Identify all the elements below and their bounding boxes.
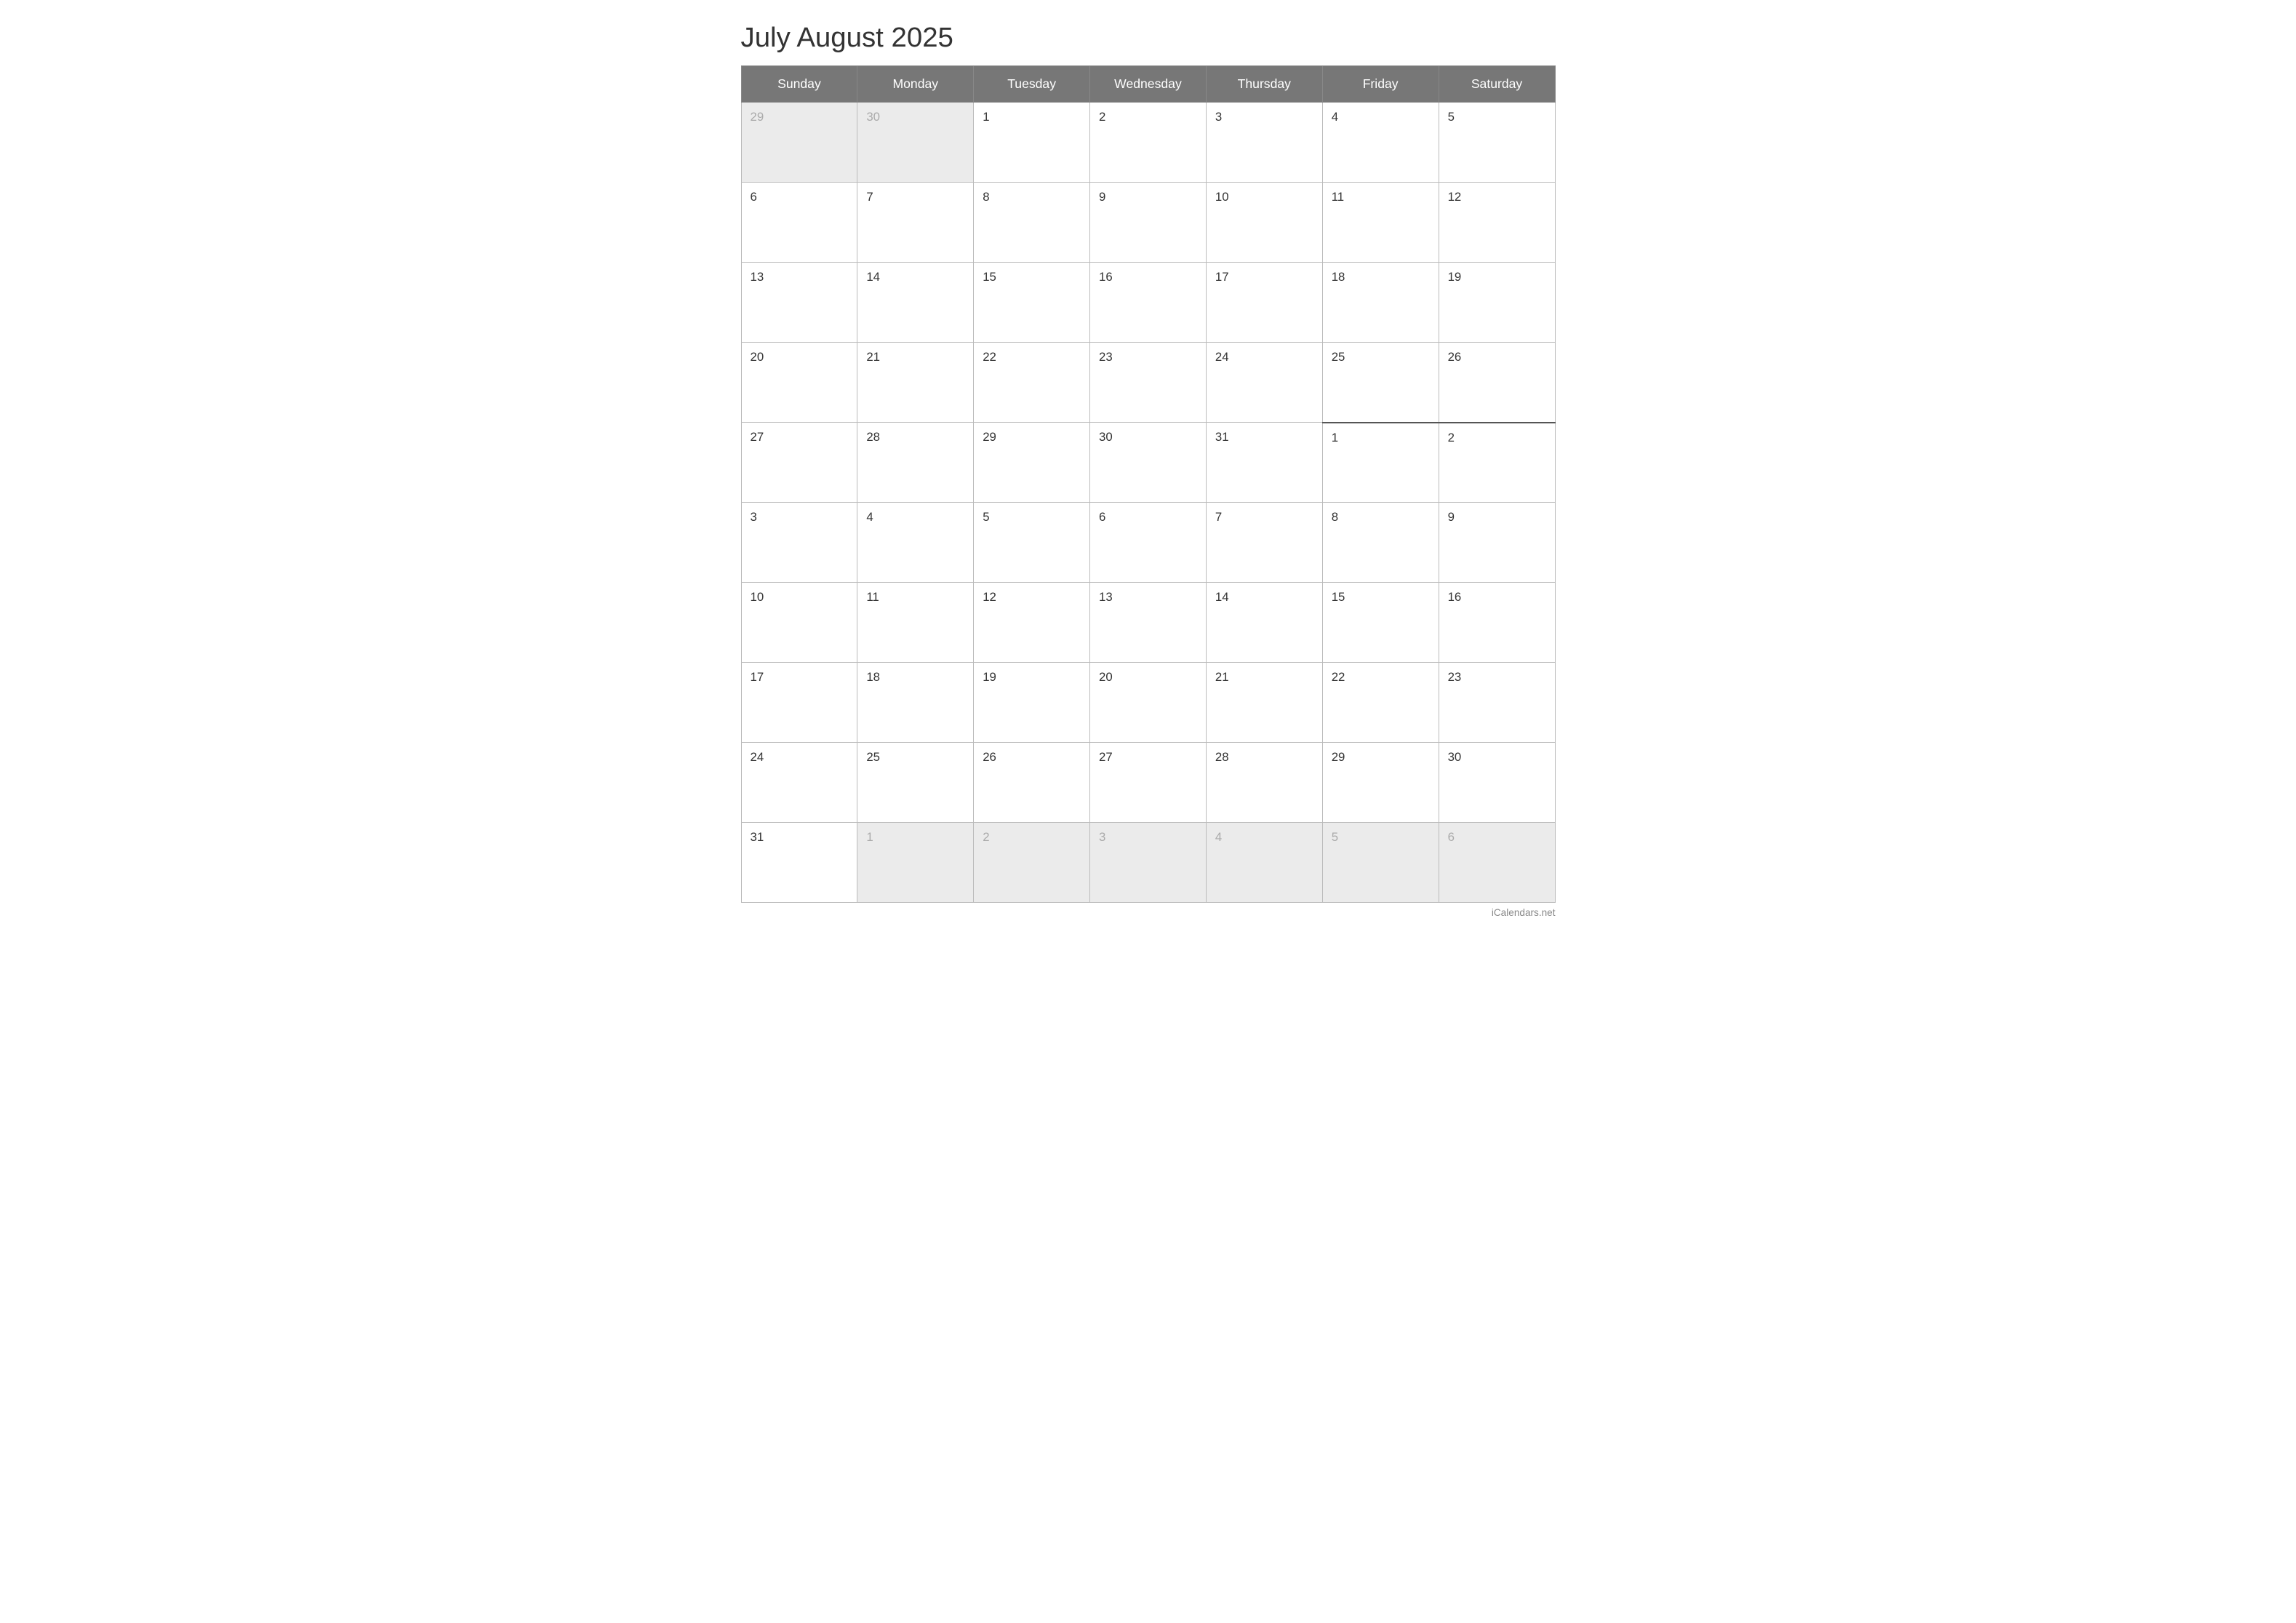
- header-row: SundayMondayTuesdayWednesdayThursdayFrid…: [741, 66, 1555, 103]
- header-thursday: Thursday: [1206, 66, 1322, 103]
- calendar-day[interactable]: 30: [1439, 743, 1555, 823]
- calendar-day[interactable]: 28: [857, 423, 974, 503]
- calendar-day[interactable]: 24: [741, 743, 857, 823]
- calendar-day[interactable]: 14: [857, 263, 974, 343]
- calendar-day[interactable]: 3: [741, 503, 857, 583]
- calendar-day[interactable]: 5: [1322, 823, 1439, 903]
- calendar-day[interactable]: 16: [1090, 263, 1207, 343]
- calendar-day[interactable]: 13: [1090, 583, 1207, 663]
- calendar-day[interactable]: 1: [857, 823, 974, 903]
- calendar-day[interactable]: 6: [1439, 823, 1555, 903]
- week-row: 6789101112: [741, 183, 1555, 263]
- calendar-day[interactable]: 31: [741, 823, 857, 903]
- calendar-day[interactable]: 29: [1322, 743, 1439, 823]
- week-row: 3456789: [741, 503, 1555, 583]
- calendar-day[interactable]: 7: [857, 183, 974, 263]
- calendar-day[interactable]: 19: [974, 663, 1090, 743]
- calendar-day[interactable]: 22: [1322, 663, 1439, 743]
- calendar-day[interactable]: 2: [1090, 103, 1207, 183]
- calendar-day[interactable]: 4: [1322, 103, 1439, 183]
- calendar-day[interactable]: 23: [1090, 343, 1207, 423]
- calendar-day[interactable]: 10: [1206, 183, 1322, 263]
- week-row: 13141516171819: [741, 263, 1555, 343]
- calendar-day[interactable]: 26: [1439, 343, 1555, 423]
- calendar-day[interactable]: 23: [1439, 663, 1555, 743]
- calendar-day[interactable]: 9: [1090, 183, 1207, 263]
- calendar-day[interactable]: 19: [1439, 263, 1555, 343]
- calendar-day[interactable]: 12: [974, 583, 1090, 663]
- calendar-day[interactable]: 2: [1439, 423, 1555, 503]
- calendar-day[interactable]: 14: [1206, 583, 1322, 663]
- header-monday: Monday: [857, 66, 974, 103]
- week-row: 24252627282930: [741, 743, 1555, 823]
- calendar-day[interactable]: 13: [741, 263, 857, 343]
- calendar-day[interactable]: 11: [1322, 183, 1439, 263]
- header-tuesday: Tuesday: [974, 66, 1090, 103]
- calendar-day[interactable]: 6: [1090, 503, 1207, 583]
- calendar-day[interactable]: 5: [1439, 103, 1555, 183]
- calendar-day[interactable]: 7: [1206, 503, 1322, 583]
- calendar-day[interactable]: 6: [741, 183, 857, 263]
- calendar-day[interactable]: 27: [741, 423, 857, 503]
- week-row: 20212223242526: [741, 343, 1555, 423]
- header-sunday: Sunday: [741, 66, 857, 103]
- calendar-day[interactable]: 3: [1090, 823, 1207, 903]
- calendar-day[interactable]: 15: [1322, 583, 1439, 663]
- calendar-day[interactable]: 18: [857, 663, 974, 743]
- week-row: 10111213141516: [741, 583, 1555, 663]
- calendar-day[interactable]: 21: [857, 343, 974, 423]
- calendar-day[interactable]: 17: [741, 663, 857, 743]
- week-row: 293012345: [741, 103, 1555, 183]
- calendar-day[interactable]: 2: [974, 823, 1090, 903]
- calendar-day[interactable]: 20: [1090, 663, 1207, 743]
- calendar-day[interactable]: 21: [1206, 663, 1322, 743]
- calendar-day[interactable]: 17: [1206, 263, 1322, 343]
- header-friday: Friday: [1322, 66, 1439, 103]
- calendar-day[interactable]: 28: [1206, 743, 1322, 823]
- calendar-day[interactable]: 10: [741, 583, 857, 663]
- footer-credit: iCalendars.net: [741, 907, 1556, 918]
- calendar-day[interactable]: 15: [974, 263, 1090, 343]
- header-wednesday: Wednesday: [1090, 66, 1207, 103]
- calendar-day[interactable]: 3: [1206, 103, 1322, 183]
- calendar-day[interactable]: 30: [857, 103, 974, 183]
- calendar-day[interactable]: 18: [1322, 263, 1439, 343]
- calendar-day[interactable]: 26: [974, 743, 1090, 823]
- calendar-day[interactable]: 25: [857, 743, 974, 823]
- calendar-day[interactable]: 27: [1090, 743, 1207, 823]
- calendar-day[interactable]: 24: [1206, 343, 1322, 423]
- calendar-day[interactable]: 4: [1206, 823, 1322, 903]
- week-row: 17181920212223: [741, 663, 1555, 743]
- calendar-day[interactable]: 12: [1439, 183, 1555, 263]
- calendar-day[interactable]: 1: [974, 103, 1090, 183]
- calendar-day[interactable]: 4: [857, 503, 974, 583]
- calendar-table: SundayMondayTuesdayWednesdayThursdayFrid…: [741, 65, 1556, 903]
- calendar-day[interactable]: 29: [974, 423, 1090, 503]
- calendar-day[interactable]: 9: [1439, 503, 1555, 583]
- calendar-day[interactable]: 29: [741, 103, 857, 183]
- calendar-day[interactable]: 16: [1439, 583, 1555, 663]
- calendar-title: July August 2025: [741, 22, 1556, 54]
- calendar-day[interactable]: 8: [974, 183, 1090, 263]
- calendar-day[interactable]: 25: [1322, 343, 1439, 423]
- calendar-day[interactable]: 22: [974, 343, 1090, 423]
- calendar-day[interactable]: 31: [1206, 423, 1322, 503]
- calendar-day[interactable]: 1: [1322, 423, 1439, 503]
- header-saturday: Saturday: [1439, 66, 1555, 103]
- calendar-day[interactable]: 20: [741, 343, 857, 423]
- calendar-day[interactable]: 5: [974, 503, 1090, 583]
- calendar-day[interactable]: 11: [857, 583, 974, 663]
- week-row: 31123456: [741, 823, 1555, 903]
- calendar-day[interactable]: 8: [1322, 503, 1439, 583]
- calendar-day[interactable]: 30: [1090, 423, 1207, 503]
- week-row: 272829303112: [741, 423, 1555, 503]
